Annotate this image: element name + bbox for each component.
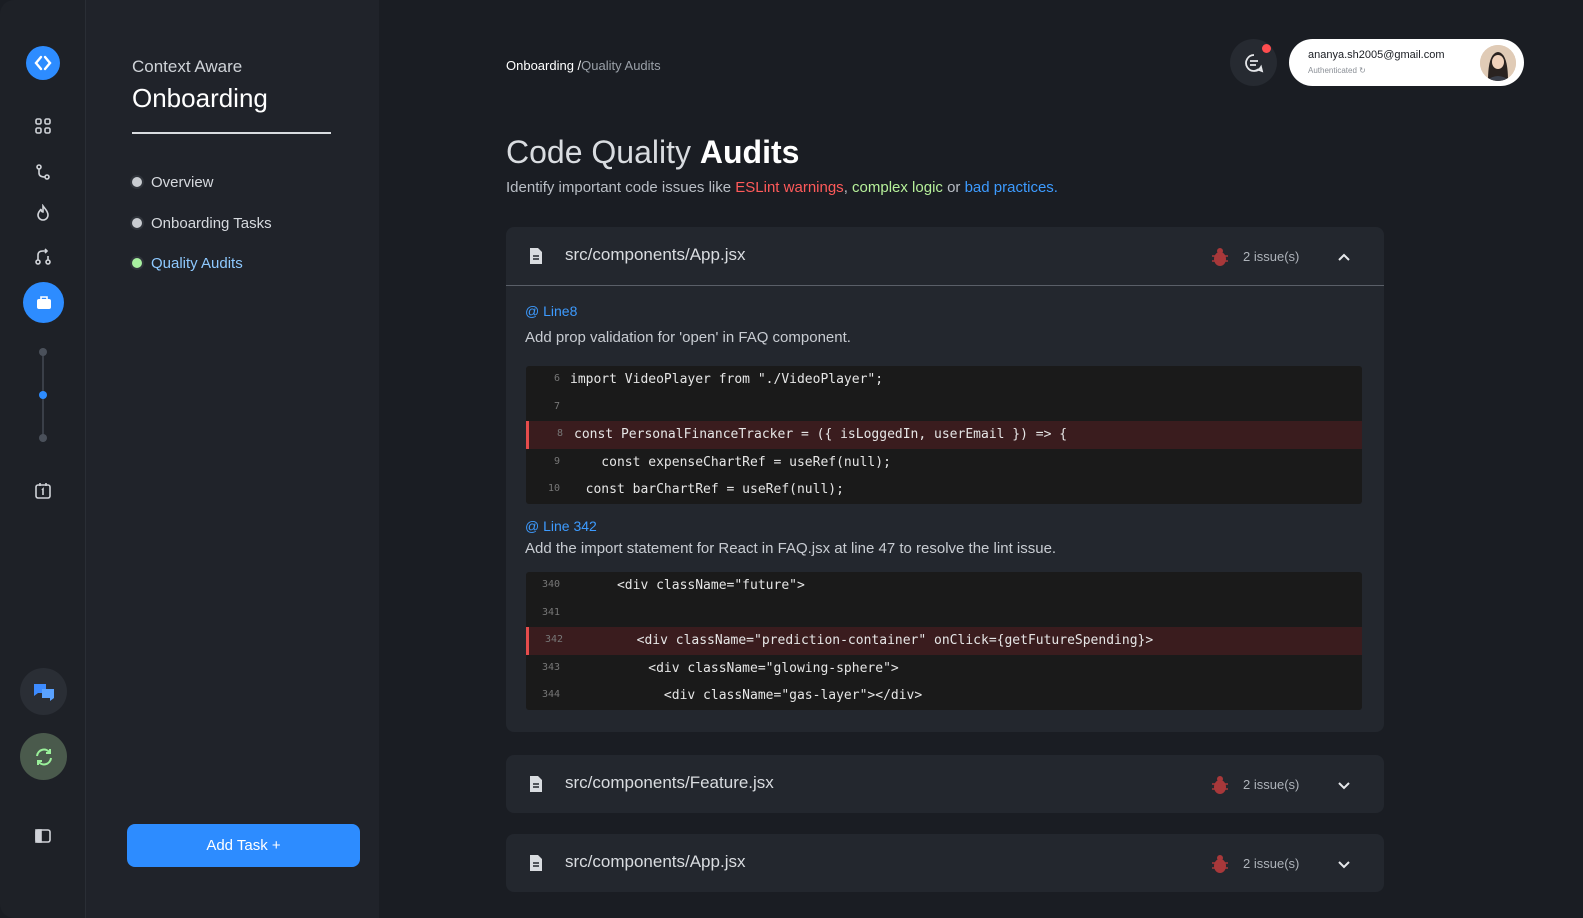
sidebar-toggle-icon[interactable]	[31, 824, 55, 848]
git-branch-icon[interactable]	[31, 160, 55, 184]
chevron-down-icon[interactable]	[1336, 856, 1352, 877]
issue-line-ref[interactable]: @ Line 342	[525, 518, 597, 534]
avatar[interactable]	[1480, 45, 1516, 81]
pull-request-icon[interactable]	[31, 245, 55, 269]
file-card-header[interactable]: src/components/App.jsx 2 issue(s)	[506, 834, 1384, 892]
file-icon	[526, 246, 546, 271]
nav-item-label: Overview	[151, 173, 214, 191]
chat-icon[interactable]	[20, 668, 67, 715]
icon-rail	[0, 0, 86, 918]
main-content: Onboarding /Quality Audits ananya.sh2005…	[379, 0, 1583, 918]
code-line: 343 <div className="glowing-sphere">	[541, 660, 899, 676]
code-line: 344 <div className="gas-layer"></div>	[541, 688, 923, 704]
side-panel: Context Aware Onboarding Overview Onboar…	[86, 0, 379, 918]
step-dot-active[interactable]	[39, 391, 47, 399]
file-card-header[interactable]: src/components/Feature.jsx 2 issue(s)	[506, 755, 1384, 813]
sync-icon[interactable]	[20, 733, 67, 780]
issue-line-ref[interactable]: @ Line8	[525, 303, 577, 319]
message-icon	[1244, 53, 1263, 72]
nav-item-onboarding-tasks[interactable]: Onboarding Tasks	[132, 212, 272, 234]
audit-file-card: src/components/App.jsx 2 issue(s)	[506, 834, 1384, 892]
issue-message: Add the import statement for React in FA…	[525, 540, 1057, 557]
briefcase-icon[interactable]	[23, 282, 64, 323]
bug-icon	[1209, 853, 1231, 880]
page-title: Code Quality Audits	[506, 134, 800, 170]
code-line: 341	[541, 606, 560, 618]
file-icon	[526, 853, 546, 878]
panel-title: Onboarding	[132, 83, 268, 113]
file-card-header[interactable]: src/components/App.jsx 2 issue(s)	[506, 227, 1384, 285]
bullet-icon	[132, 218, 142, 228]
chevron-up-icon[interactable]	[1336, 249, 1352, 270]
flame-icon[interactable]	[31, 201, 55, 225]
file-name: src/components/App.jsx	[565, 852, 746, 871]
bullet-icon	[132, 177, 142, 187]
audit-file-card: src/components/App.jsx 2 issue(s) @ Line…	[506, 227, 1384, 732]
breadcrumb-current: Quality Audits	[581, 58, 661, 73]
divider	[132, 132, 331, 134]
calendar-icon[interactable]	[31, 479, 55, 503]
file-name: src/components/Feature.jsx	[565, 773, 774, 792]
code-line-highlighted: 8 const PersonalFinanceTracker = ({ isLog…	[526, 421, 1362, 449]
refresh-icon: ↻	[1359, 66, 1366, 75]
nav-item-label: Onboarding Tasks	[151, 214, 272, 232]
user-email: ananya.sh2005@gmail.com	[1308, 49, 1445, 61]
dashboard-icon[interactable]	[31, 114, 55, 138]
divider	[506, 285, 1384, 286]
file-icon	[526, 774, 546, 799]
nav-item-quality-audits[interactable]: Quality Audits	[132, 252, 243, 274]
issue-message: Add prop validation for 'open' in FAQ co…	[525, 329, 851, 346]
file-name: src/components/App.jsx	[565, 245, 746, 264]
code-line-highlighted: 342 <div className="prediction-container…	[526, 627, 1362, 655]
nav-item-overview[interactable]: Overview	[132, 171, 214, 193]
breadcrumb: Onboarding /Quality Audits	[506, 58, 661, 73]
notifications-button[interactable]	[1230, 39, 1277, 86]
issue-count: 2 issue(s)	[1243, 856, 1300, 871]
chevron-down-icon[interactable]	[1336, 777, 1352, 798]
audit-file-card: src/components/Feature.jsx 2 issue(s)	[506, 755, 1384, 813]
issue-count: 2 issue(s)	[1243, 249, 1300, 264]
bug-icon	[1209, 246, 1231, 273]
bug-icon	[1209, 774, 1231, 801]
code-line: 6 import VideoPlayer from "./VideoPlayer"…	[553, 372, 884, 388]
step-dot[interactable]	[39, 434, 47, 442]
issue-count: 2 issue(s)	[1243, 777, 1300, 792]
panel-subtitle: Context Aware	[132, 57, 243, 76]
code-snippet: 6 import VideoPlayer from "./VideoPlayer"…	[526, 366, 1362, 504]
code-line: 10 const barChartRef = useRef(null);	[547, 482, 844, 498]
bullet-icon	[132, 258, 142, 268]
code-line: 9 const expenseChartRef = useRef(null);	[553, 454, 891, 470]
logo-icon[interactable]	[26, 46, 60, 80]
add-task-button[interactable]: Add Task +	[127, 824, 360, 867]
breadcrumb-root[interactable]: Onboarding /	[506, 58, 581, 73]
nav-item-label: Quality Audits	[151, 254, 243, 272]
notification-badge	[1262, 44, 1271, 53]
code-snippet: 340 <div className="future"> 341 342 <di…	[526, 572, 1362, 710]
user-profile[interactable]: ananya.sh2005@gmail.com Authenticated ↻	[1289, 39, 1524, 86]
code-line: 7	[553, 400, 560, 412]
auth-status: Authenticated ↻	[1308, 66, 1366, 75]
step-dot[interactable]	[39, 348, 47, 356]
page-description: Identify important code issues like ESLi…	[506, 179, 1058, 196]
code-line: 340 <div className="future">	[541, 578, 805, 594]
